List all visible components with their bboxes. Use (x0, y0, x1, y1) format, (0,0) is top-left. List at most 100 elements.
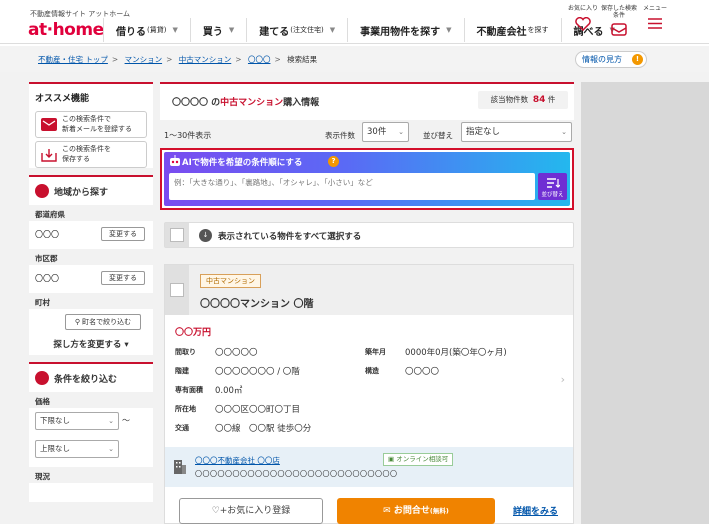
per-page-select[interactable]: 30件 ⌄ (362, 122, 409, 142)
prefecture-label: 都道府県 (29, 205, 153, 221)
price-max-select[interactable]: 上限なし ⌄ (35, 440, 119, 458)
mail-icon: ✉ (383, 506, 394, 516)
count-value: 84 (532, 95, 546, 105)
prefecture-value: 〇〇〇 (35, 230, 59, 239)
mail-btn-line2: 新着メールを登録する (62, 124, 132, 133)
town-button-label: 町名で絞り込む (82, 318, 132, 326)
detail-value: 〇〇〇区〇〇町〇丁目 (215, 405, 301, 415)
add-favorite-button[interactable]: ♡+お気に入り登録 (179, 498, 323, 524)
prefecture-row: 〇〇〇 変更する (29, 221, 153, 249)
count-label: 該当物件数 (490, 95, 529, 104)
detail-value: 〇〇〇〇〇〇〇 / 〇階 (215, 367, 300, 377)
chevron-down-icon: ⌄ (398, 128, 404, 136)
nav-business[interactable]: 事業用物件を探す ▼ (347, 18, 463, 42)
ai-sort-input[interactable]: 例：「大きな通り」、「裏路地」、「オシャレ」、「小さい」など (169, 173, 535, 200)
recommend-title: オススメ機能 (35, 94, 90, 104)
arrow-down-circle-icon: ↓ (199, 229, 212, 242)
favorites-button[interactable]: お気に入り (565, 5, 601, 36)
breadcrumb-used-mansion[interactable]: 中古マンション (179, 55, 232, 64)
detail-key: 間取り (175, 348, 196, 356)
favorites-label: お気に入り (567, 5, 598, 12)
results-header: 〇〇〇〇 の中古マンション購入情報 該当物件数 84 件 (160, 82, 574, 120)
help-icon[interactable]: ? (328, 156, 339, 167)
detail-link[interactable]: 詳細をみる (513, 504, 558, 517)
detail-key: 所在地 (175, 405, 196, 413)
price-tilde: 〜 (122, 416, 130, 425)
detail-value: 〇〇〇〇〇 (215, 348, 258, 358)
nav-buy[interactable]: 買う ▼ (189, 18, 246, 42)
chevron-down-icon: ⌄ (108, 417, 114, 425)
select-all-bar[interactable]: ↓ 表示されている物件をすべて選択する (164, 222, 574, 248)
detail-value: 0000年0月(築〇年〇ヶ月) (405, 348, 507, 358)
chevron-down-icon: ⌄ (108, 445, 114, 453)
right-ad-column (581, 82, 709, 524)
ai-sort-title: AIで物件を希望の条件順にする (182, 158, 303, 168)
nav-build[interactable]: 建てる (注文住宅) ▼ (246, 18, 347, 42)
filter-card: 条件を絞り込む 価格 下限なし ⌄ 〜 上限なし ⌄ 現況 (29, 362, 153, 502)
title-suffix: 購入情報 (283, 98, 320, 108)
ai-sort-background: AIで物件を希望の条件順にする ? 例：「大きな通り」、「裏路地」、「オシャレ」… (164, 152, 570, 206)
nav-rent[interactable]: 借りる (賃貸) ▼ (103, 18, 190, 42)
city-row: 〇〇〇 変更する (29, 265, 153, 293)
title-category: 中古マンション (220, 98, 284, 108)
change-city-button[interactable]: 変更する (101, 271, 145, 285)
chevron-down-icon: ⌄ (561, 128, 567, 136)
mail-icon (611, 23, 627, 36)
per-page-label: 表示件数 (325, 131, 355, 140)
city-value: 〇〇〇 (35, 274, 59, 283)
ai-sort-panel: AIで物件を希望の条件順にする ? 例：「大きな通り」、「裏路地」、「オシャレ」… (160, 148, 574, 210)
menu-button[interactable]: メニュー (637, 5, 673, 36)
change-search-method-link[interactable]: 探し方を変更する ▾ (29, 330, 153, 355)
property-price: 〇〇万円 (175, 328, 212, 338)
area-title: 地域から探す (54, 187, 109, 198)
how-change-label: 探し方を変更する (53, 340, 122, 350)
page-title: 〇〇〇〇 の中古マンション購入情報 (172, 95, 319, 108)
menu-icon (648, 17, 662, 29)
filter-title: 条件を絞り込む (54, 374, 118, 385)
property-name[interactable]: 〇〇〇〇マンション 〇階 (200, 295, 313, 310)
robot-icon (170, 155, 180, 166)
area-heading: 地域から探す (29, 177, 153, 205)
sidebar: オススメ機能 この検索条件で 新着メールを登録する この検索条件を 保存する 地域か… (29, 82, 153, 509)
inquiry-button[interactable]: ✉ お問合せ(無料) (337, 498, 495, 524)
breadcrumb-current: 検索結果 (287, 55, 318, 64)
select-all-label: 表示されている物件をすべて選択する (218, 232, 362, 242)
chevron-right-icon[interactable]: › (561, 373, 565, 386)
inquiry-free-label: (無料) (429, 507, 449, 515)
heart-icon (575, 16, 591, 31)
change-prefecture-button[interactable]: 変更する (101, 227, 145, 241)
price-label: 価格 (29, 392, 153, 408)
breadcrumb-area[interactable]: 〇〇〇 (248, 55, 271, 64)
save-search-button[interactable]: この検索条件を 保存する (35, 141, 147, 168)
price-min-select[interactable]: 下限なし ⌄ (35, 412, 119, 430)
chevron-down-icon: ▼ (446, 26, 452, 34)
map-pin-icon (35, 184, 49, 198)
sort-select[interactable]: 指定なし ⌄ (461, 122, 572, 142)
save-icon (40, 147, 58, 163)
area-card: 地域から探す 都道府県 〇〇〇 変更する 市区郡 〇〇〇 変更する 町村 ⚲ 町名で… (29, 175, 153, 355)
recommend-card: オススメ機能 この検索条件で 新着メールを登録する この検索条件を 保存する (29, 82, 153, 168)
property-checkbox[interactable] (170, 283, 184, 297)
athome-logo[interactable]: at·home (28, 20, 104, 40)
sort-label: 並び替え (423, 131, 453, 140)
saved-search-button[interactable]: 保存した検索条件 (601, 5, 637, 36)
detail-key: 交通 (175, 424, 189, 432)
ai-sort-button[interactable]: 並び替え (538, 173, 567, 200)
global-nav: 借りる (賃貸) ▼ 買う ▼ 建てる (注文住宅) ▼ 事業用物件を探す ▼ 不動産会社を… (103, 18, 627, 42)
breadcrumb-top[interactable]: 不動産・住宅 トップ (38, 55, 108, 64)
filter-icon (35, 371, 49, 385)
town-filter-button[interactable]: ⚲ 町名で絞り込む (65, 314, 141, 330)
help-link[interactable]: 情報の見方! (575, 51, 647, 68)
new-mail-register-button[interactable]: この検索条件で 新着メールを登録する (35, 111, 147, 138)
town-label: 町村 (29, 293, 153, 309)
detail-value: 〇〇線 〇〇駅 徒歩〇分 (215, 424, 312, 434)
property-card[interactable]: 中古マンション 〇〇〇〇マンション 〇階 〇〇万円 間取り 〇〇〇〇〇 築年月 00… (164, 264, 574, 524)
price-max-value: 上限なし (40, 444, 70, 453)
breadcrumb-mansion[interactable]: マンション (125, 55, 163, 64)
nav-agents[interactable]: 不動産会社 を探す (463, 18, 561, 42)
select-all-checkbox[interactable] (170, 228, 184, 242)
agent-name[interactable]: 〇〇〇不動産会社 〇〇店 (195, 455, 280, 466)
detail-key: 専有面積 (175, 386, 203, 394)
detail-value: 〇〇〇〇 (405, 367, 440, 377)
help-label: 情報の見方 (582, 55, 622, 64)
